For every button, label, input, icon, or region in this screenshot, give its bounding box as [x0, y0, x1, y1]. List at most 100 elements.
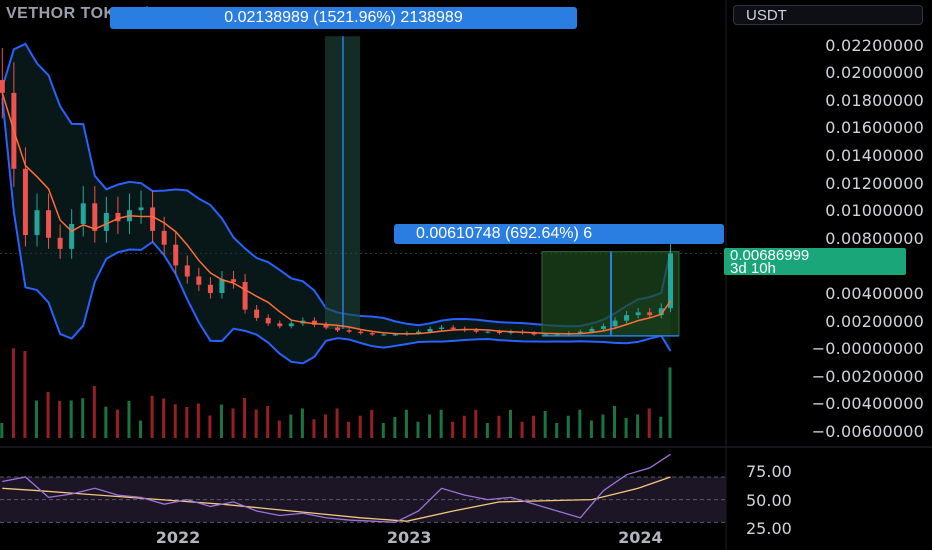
candle-body: [554, 334, 560, 336]
volume-bar: [92, 386, 96, 438]
price-tick-label: 0.01600000: [825, 118, 924, 138]
candle-body: [335, 327, 341, 331]
mid-measure-label: 0.00610748 (692.64%) 6: [394, 224, 724, 244]
price-tick-label: 0.01200000: [825, 173, 924, 193]
volume-bar: [555, 423, 559, 438]
volume-bar: [231, 408, 235, 438]
volume-bar: [81, 398, 85, 438]
volume-bar: [277, 420, 281, 438]
candle-body: [242, 281, 248, 310]
volume-bar: [300, 408, 304, 438]
candle-body: [612, 320, 618, 327]
candle-body: [184, 265, 190, 277]
candle-body: [288, 323, 294, 327]
volume-bar: [381, 423, 385, 438]
candle-body: [485, 331, 491, 333]
candle-body: [254, 309, 260, 318]
price-tick-label: 0.00400000: [825, 284, 924, 304]
volume-bar: [624, 418, 628, 438]
volume-bar: [647, 408, 651, 438]
candle-body: [138, 207, 144, 211]
candle-body: [231, 279, 237, 282]
volume-bar: [46, 392, 50, 438]
candle-body: [543, 334, 549, 336]
volume-bar: [393, 417, 397, 438]
volume-bar: [601, 414, 605, 438]
volume-bar: [104, 406, 108, 438]
volume-bar: [347, 421, 351, 438]
candle-body: [439, 327, 445, 329]
volume-bar: [589, 420, 593, 438]
volume-bar: [139, 420, 143, 438]
candlestick-chart[interactable]: [0, 0, 932, 550]
price-tick-label: 0.01400000: [825, 145, 924, 165]
volume-bar: [150, 395, 154, 438]
price-tick-label: −0.00600000: [811, 422, 924, 442]
candle-body: [277, 323, 283, 327]
candle-body: [392, 334, 398, 336]
quote-currency: USDT: [746, 7, 787, 24]
volume-bar: [69, 400, 73, 438]
volume-bar: [58, 401, 62, 438]
volume-bar: [485, 423, 489, 438]
candle-body: [103, 212, 109, 231]
volume-bar: [266, 406, 270, 438]
bar-countdown: 3d 10h: [730, 260, 776, 277]
candle-body: [600, 326, 606, 329]
volume-bar: [566, 415, 570, 438]
volume-bar: [428, 414, 432, 438]
volume-bar: [23, 351, 27, 438]
volume-bar: [196, 403, 200, 438]
candle-body: [647, 312, 653, 316]
volume-bar: [668, 367, 672, 438]
candle-body: [219, 279, 225, 294]
volume-bar: [543, 411, 547, 438]
volume-bar: [532, 415, 536, 438]
top-measure-label: 0.02138989 (1521.96%) 2138989: [110, 7, 577, 29]
volume-bar: [219, 404, 223, 438]
volume-bar: [324, 414, 328, 438]
candle-body: [161, 230, 167, 245]
volume-bar: [11, 348, 15, 438]
candle-body: [427, 328, 433, 332]
time-tick-label: 2023: [386, 528, 432, 547]
price-tick-label: 0.02000000: [825, 63, 924, 83]
candle-body: [150, 207, 156, 231]
volume-bar: [127, 401, 131, 438]
price-tick-label: 0.00800000: [825, 228, 924, 248]
candle-body: [381, 334, 387, 336]
volume-bar: [404, 409, 408, 438]
candle-body: [0, 80, 5, 93]
price-tick-label: −0.00400000: [811, 394, 924, 414]
candle-body: [265, 317, 271, 324]
time-tick-label: 2024: [618, 528, 663, 547]
volume-bar: [659, 416, 663, 438]
candle-body: [369, 333, 375, 335]
candle-body: [196, 276, 202, 285]
volume-bar: [312, 419, 316, 438]
rsi-tick-label: 25.00: [746, 519, 792, 538]
candle-body: [624, 315, 630, 321]
candle-body: [450, 327, 456, 329]
price-tick-label: −0.00200000: [811, 366, 924, 386]
price-tick-label: 0.01000000: [825, 201, 924, 221]
volume-bar: [474, 409, 478, 438]
volume-bar: [358, 415, 362, 438]
quote-currency-box[interactable]: USDT: [733, 5, 923, 25]
volume-bar: [636, 414, 640, 438]
time-tick-label: 2022: [155, 528, 201, 547]
candle-body: [46, 210, 52, 238]
volume-bar: [208, 415, 212, 438]
volume-bar: [34, 400, 38, 438]
price-tick-label: 0.01800000: [825, 90, 924, 110]
price-tick-label: 0.02200000: [825, 35, 924, 55]
volume-bar: [173, 404, 177, 438]
candle-body: [22, 168, 28, 236]
candle-body: [473, 330, 479, 332]
last-price-tag: 0.00686999 3d 10h: [724, 248, 906, 277]
rsi-tick-label: 50.00: [746, 490, 792, 510]
candle-body: [34, 210, 40, 236]
candle-body: [57, 237, 63, 249]
volume-bar: [370, 409, 374, 438]
candle-body: [589, 328, 595, 332]
